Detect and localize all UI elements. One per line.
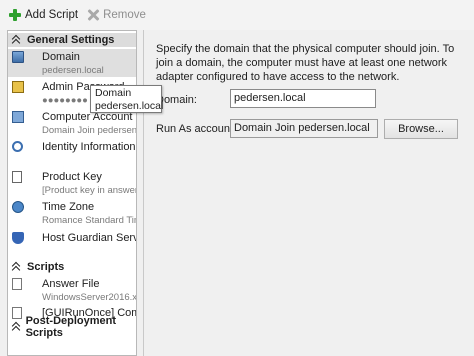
sidebar-item-domain[interactable]: Domain pedersen.local (8, 49, 136, 77)
run-as-account-label: Run As account: (156, 123, 237, 135)
settings-navigation-panel: General Settings Domain pedersen.local A… (7, 30, 137, 356)
remove-label: Remove (103, 9, 146, 21)
domain-tooltip: Domain pedersen.local (90, 85, 164, 113)
remove-x-icon (86, 8, 100, 22)
plus-icon (8, 8, 22, 22)
sidebar-item-time-zone[interactable]: Time Zone Romance Standard Time (8, 199, 137, 227)
key-icon (12, 81, 24, 93)
add-script-button[interactable]: Add Script (8, 6, 78, 24)
domain-icon (12, 51, 24, 63)
description-text: Specify the domain that the physical com… (156, 43, 455, 83)
tooltip-title: Domain (95, 87, 132, 99)
general-settings-label: General Settings (27, 34, 115, 46)
collapse-chevron-icon (11, 35, 21, 45)
clock-icon (12, 201, 24, 213)
sidebar-item-subtitle: Domain Join pedersen.local (42, 125, 137, 136)
toolbar: Add Script Remove (0, 0, 474, 30)
sidebar-item-product-key[interactable]: Product Key [Product key in answer file] (8, 169, 137, 197)
sidebar-item-host-guardian-service[interactable]: Host Guardian Service (8, 230, 136, 246)
file-icon (12, 278, 22, 290)
sidebar-item-computer-account[interactable]: Computer Account Domain Join pedersen.lo… (8, 109, 137, 137)
run-as-account-field[interactable]: Domain Join pedersen.local (230, 119, 378, 138)
domain-settings-panel: Specify the domain that the physical com… (143, 30, 474, 356)
sidebar-item-title: Identity Information (42, 141, 136, 153)
scripts-header[interactable]: Scripts (8, 260, 136, 274)
sidebar-item-subtitle: pedersen.local (42, 65, 104, 76)
scripts-label: Scripts (27, 261, 65, 273)
collapse-chevron-icon (11, 262, 21, 272)
sidebar-item-identity-information[interactable]: Identity Information (8, 139, 136, 155)
collapse-chevron-icon (11, 322, 20, 332)
shield-icon (12, 232, 24, 244)
sidebar-item-title: Product Key (42, 171, 102, 183)
file-icon (12, 307, 22, 319)
add-script-label: Add Script (25, 9, 79, 21)
sidebar-item-answer-file[interactable]: Answer File WindowsServer2016.xml (8, 276, 137, 304)
computer-icon (12, 111, 24, 123)
general-settings-header[interactable]: General Settings (8, 33, 136, 47)
post-deployment-scripts-header[interactable]: Post-Deployment Scripts (8, 315, 136, 339)
sidebar-item-title: Domain (42, 51, 80, 63)
browse-button[interactable]: Browse... (384, 119, 458, 139)
sidebar-item-subtitle: WindowsServer2016.xml (42, 292, 137, 303)
sidebar-item-title: Host Guardian Service (42, 232, 136, 244)
post-deployment-scripts-label: Post-Deployment Scripts (25, 315, 117, 339)
sidebar-item-title: Time Zone (42, 201, 95, 213)
sidebar-item-title: Answer File (42, 278, 100, 290)
identity-icon (12, 141, 23, 152)
remove-button[interactable]: Remove (86, 6, 146, 24)
sidebar-item-subtitle: [Product key in answer file] (42, 185, 137, 196)
document-icon (12, 171, 22, 183)
sidebar-item-subtitle: Romance Standard Time (42, 215, 137, 226)
tooltip-value: pedersen.local (95, 100, 164, 112)
domain-input[interactable]: pedersen.local (230, 89, 376, 108)
